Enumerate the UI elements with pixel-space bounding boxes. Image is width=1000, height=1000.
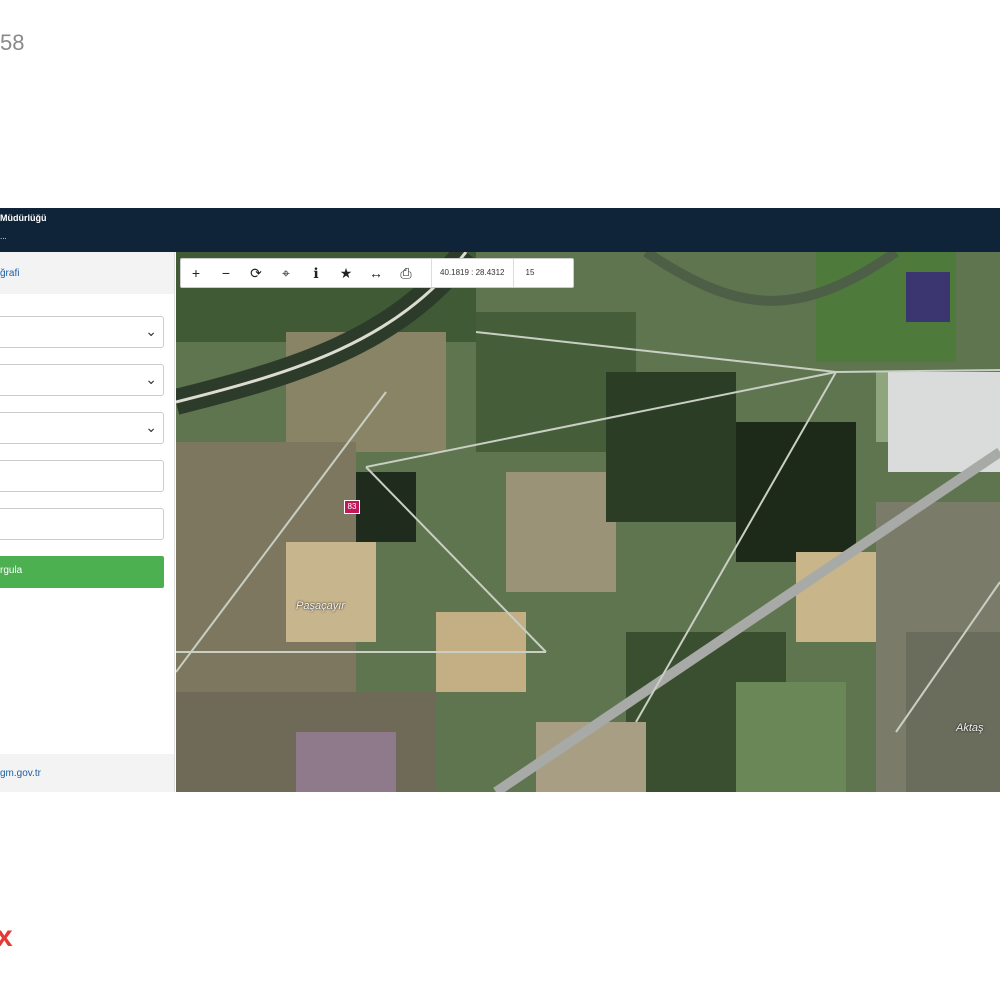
page-number-fragment: 58 <box>0 30 25 55</box>
header-subtitle: ... <box>0 232 7 241</box>
zoom-in-icon[interactable]: + <box>181 259 211 287</box>
sidebar-top-link[interactable]: ğrafi <box>0 268 19 279</box>
zoom-out-icon[interactable]: − <box>211 259 241 287</box>
query-button[interactable]: rgula <box>0 556 164 588</box>
query-form: ⌄ ⌄ ⌄ rgula <box>0 294 174 754</box>
sidebar: ğrafi ⌄ ⌄ ⌄ rgula gm.gov.tr <box>0 252 175 792</box>
chevron-down-icon: ⌄ <box>145 419 157 435</box>
zoom-level: 15 <box>525 268 535 277</box>
close-icon: x <box>0 920 13 953</box>
block-input[interactable] <box>0 460 164 492</box>
district-select[interactable]: ⌄ <box>0 364 164 396</box>
info-icon[interactable]: ℹ <box>301 259 331 287</box>
neighborhood-select[interactable]: ⌄ <box>0 412 164 444</box>
locate-icon[interactable]: ⌖ <box>271 259 301 287</box>
print-icon[interactable]: ⎙ <box>391 259 421 287</box>
refresh-icon[interactable]: ⟳ <box>241 259 271 287</box>
place-label: Aktaş <box>956 722 984 734</box>
place-label: Paşaçayır <box>296 600 345 612</box>
parcel-marker[interactable]: 83 <box>344 500 360 514</box>
measure-icon[interactable]: ↔ <box>361 259 391 287</box>
satellite-imagery <box>176 252 1000 792</box>
province-select[interactable]: ⌄ <box>0 316 164 348</box>
footer-link[interactable]: gm.gov.tr <box>0 768 41 779</box>
star-icon[interactable]: ★ <box>331 259 361 287</box>
parcel-input[interactable] <box>0 508 164 540</box>
chevron-down-icon: ⌄ <box>145 371 157 387</box>
chevron-down-icon: ⌄ <box>145 323 157 339</box>
app-header: Müdürlüğü ... <box>0 208 1000 252</box>
coordinate-readout: 40.1819 : 28.4312 <box>431 259 514 287</box>
map-toolbar: + − ⟳ ⌖ ℹ ★ ↔ ⎙ 40.1819 : 28.4312 15 <box>180 258 574 288</box>
satellite-map[interactable]: + − ⟳ ⌖ ℹ ★ ↔ ⎙ 40.1819 : 28.4312 15 83 … <box>176 252 1000 792</box>
header-title: Müdürlüğü <box>0 213 47 223</box>
